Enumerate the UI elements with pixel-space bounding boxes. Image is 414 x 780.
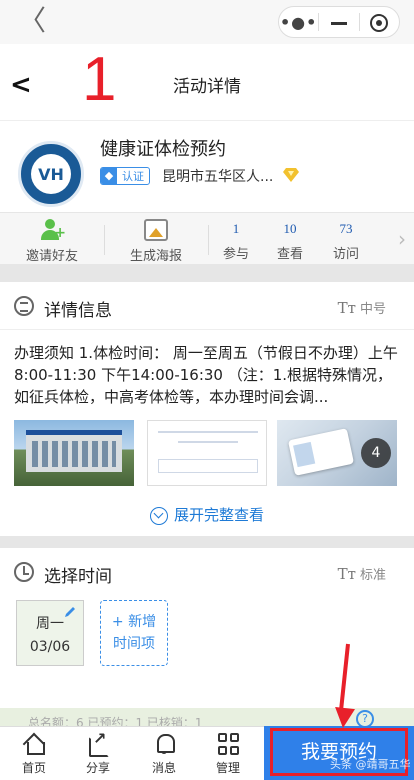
tab-label: 首页: [21, 761, 46, 775]
shield-icon: ◆: [101, 168, 117, 184]
minimize-icon[interactable]: [319, 13, 358, 32]
stat-number: 1: [232, 221, 240, 236]
chevron-left-icon[interactable]: 〈: [18, 6, 46, 36]
section-title: 选择时间: [44, 567, 112, 587]
tab-share[interactable]: 分享: [68, 729, 128, 776]
clock-icon: [14, 562, 34, 582]
page-navbar: < 1 活动详情: [0, 44, 414, 120]
close-ring-icon[interactable]: [360, 12, 399, 32]
divider: [104, 225, 105, 255]
font-size-icon: Tт: [337, 565, 356, 583]
capsule-menu: •●•: [278, 6, 400, 38]
stat-number: 73: [339, 221, 353, 236]
font-size-label: 中号: [359, 302, 386, 317]
tab-label: 管理: [215, 761, 240, 775]
home-icon: [23, 733, 45, 755]
photo-building[interactable]: [14, 420, 134, 486]
bell-icon: [153, 733, 175, 755]
font-size-toggle[interactable]: Tт 标准: [338, 564, 386, 583]
stat-label: 参与: [222, 247, 249, 262]
photo-count-badge: 4: [361, 438, 391, 468]
add-line-2: 时间项: [113, 636, 155, 652]
add-user-icon: +: [40, 219, 66, 241]
detail-info-section: 详情信息 Tт 中号 办理须知 1.体检时间： 周一至周五（节假日不办理）上午8:…: [0, 282, 414, 536]
invite-label: 邀请好友: [25, 249, 78, 264]
poster-label: 生成海报: [129, 249, 182, 264]
slot-date: 03/06: [29, 639, 71, 655]
tab-label: 分享: [85, 761, 110, 775]
grid-icon: [217, 733, 239, 755]
logo-mark: VH: [31, 154, 71, 194]
stats-bar: + 邀请好友 生成海报 1 参与 10 查看 73 访问 ›: [0, 212, 414, 270]
image-icon: [144, 219, 168, 241]
certified-badge: ◆ 认证: [100, 167, 150, 185]
photo-document[interactable]: [147, 420, 267, 486]
font-size-toggle[interactable]: Tт 中号: [338, 298, 386, 317]
organizer-header: VH 健康证体检预约 ◆ 认证 昆明市五华区人...: [0, 120, 414, 212]
section-header: 选择时间 Tт 标准: [0, 548, 414, 596]
photo-gallery: 4: [14, 420, 400, 486]
activity-title: 健康证体检预约: [100, 139, 226, 160]
watermark: 头条 @靖哥五华: [330, 758, 411, 771]
tab-label: 消息: [151, 761, 176, 775]
generate-poster-button[interactable]: 生成海报: [116, 219, 196, 264]
certified-label: 认证: [122, 170, 144, 183]
font-size-icon: Tт: [337, 299, 356, 317]
expand-label: 展开完整查看: [173, 506, 264, 524]
annotation-arrow-head: [333, 707, 355, 729]
stat-number: 10: [283, 221, 297, 236]
stat-visits[interactable]: 73 访问: [322, 219, 370, 262]
section-title: 详情信息: [44, 301, 112, 321]
vip-diamond-icon: [283, 168, 299, 182]
more-dots-icon[interactable]: •●•: [279, 13, 318, 32]
divider: [208, 225, 209, 255]
stat-label: 访问: [332, 247, 359, 262]
tab-manage[interactable]: 管理: [198, 731, 258, 776]
section-header: 详情信息 Tт 中号: [0, 282, 414, 330]
add-line-1: + 新增: [111, 614, 157, 630]
tab-home[interactable]: 首页: [4, 731, 64, 776]
time-slot-item[interactable]: 周一 03/06: [16, 600, 84, 666]
add-time-slot-button[interactable]: + 新增 时间项: [100, 600, 168, 666]
invite-friends-button[interactable]: + 邀请好友: [12, 219, 92, 264]
select-time-section: 选择时间 Tт 标准 周一 03/06 + 新增 时间项: [0, 548, 414, 708]
photo-health-card[interactable]: 4: [277, 420, 397, 486]
pencil-icon[interactable]: [63, 605, 77, 619]
page-title: 活动详情: [173, 77, 241, 97]
tab-message[interactable]: 消息: [134, 731, 194, 776]
mini-program-topbar: 〈 •●•: [0, 0, 414, 44]
expand-down-icon: [149, 506, 168, 525]
chevron-right-icon[interactable]: ›: [398, 227, 406, 251]
stat-label: 查看: [276, 247, 303, 262]
stat-views[interactable]: 10 查看: [266, 219, 314, 262]
list-icon: [14, 296, 34, 316]
share-icon: [87, 729, 109, 757]
expand-full-button[interactable]: 展开完整查看: [0, 504, 414, 525]
font-size-label: 标准: [359, 568, 386, 583]
stat-participants[interactable]: 1 参与: [212, 219, 260, 262]
organizer-logo: VH: [18, 141, 84, 207]
organizer-location[interactable]: 昆明市五华区人...: [162, 166, 273, 186]
detail-text: 办理须知 1.体检时间： 周一至周五（节假日不办理）上午8:00-11:30 下…: [14, 344, 398, 406]
